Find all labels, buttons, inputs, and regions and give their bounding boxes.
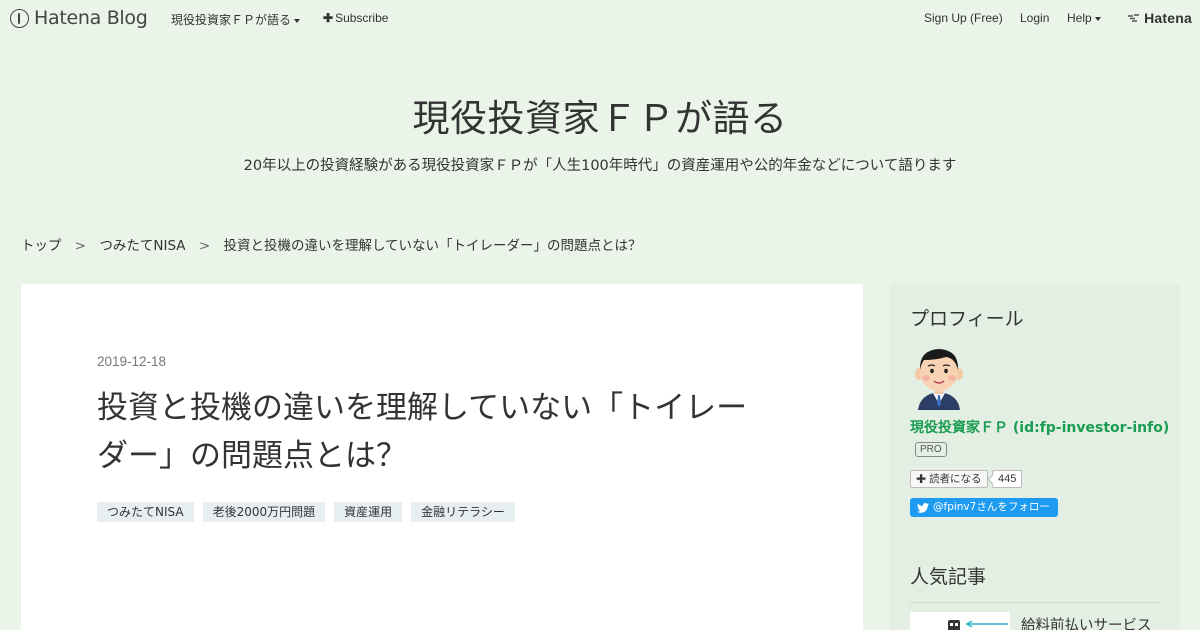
breadcrumb-separator: > (74, 238, 87, 254)
hatena-blog-logo[interactable]: Hatena Blog (10, 7, 148, 29)
blog-description: 20年以上の投資経験がある現役投資家ＦＰが「人生100年時代」の資産運用や公的年… (243, 158, 957, 174)
popular-heading: 人気記事 (910, 566, 987, 588)
entry-categories: つみたてNISA 老後2000万円問題 資産運用 金融リテラシー (97, 502, 524, 522)
category-tag[interactable]: 老後2000万円問題 (202, 502, 326, 522)
breadcrumb-category[interactable]: つみたてNISA (99, 238, 185, 254)
subscribe-button[interactable]: ✚ 読者になる (910, 470, 988, 488)
profile-heading: プロフィール (910, 308, 1024, 330)
help-dropdown[interactable]: Help (1067, 11, 1101, 25)
subscriber-count: 445 (992, 470, 1023, 488)
subscribe-button-label: 読者になる (929, 473, 982, 485)
hatena-birds-icon (1128, 14, 1140, 22)
entry-title[interactable]: 投資と投機の違いを理解していない「トイレー ダー」の問題点とは？ (97, 384, 797, 480)
entry-title-line1: 投資と投機の違いを理解していない「トイレー (97, 390, 748, 426)
profile-name-link[interactable]: 現役投資家ＦＰ (id:fp-investor-info) (910, 417, 1169, 437)
subscribe-link[interactable]: ✚ Subscribe (323, 11, 388, 25)
signup-link[interactable]: Sign Up (Free) (924, 11, 1003, 25)
category-tag[interactable]: 資産運用 (334, 502, 403, 522)
sidebar: プロフィール 現役投資家ＦＰ (id:fp-investor-info) PRO… (890, 284, 1180, 630)
hatena-logo[interactable]: Hatena (1127, 10, 1192, 26)
hatena-wordmark: Hatena (1144, 10, 1192, 26)
category-tag[interactable]: 金融リテラシー (411, 502, 515, 522)
breadcrumb-separator: > (198, 238, 211, 254)
breadcrumb-current: 投資と投機の違いを理解していない「トイレーダー」の問題点とは？ (223, 238, 642, 254)
plus-icon: ✚ (916, 472, 927, 486)
chevron-down-icon (1094, 16, 1101, 21)
entry-title-line2: ダー」の問題点とは？ (97, 438, 407, 474)
twitter-follow-button[interactable]: @fpinv7さんをフォロー (910, 498, 1058, 517)
twitter-bird-icon (917, 502, 929, 513)
global-header: Hatena Blog 現役投資家ＦＰが語る ✚ Subscribe Sign U… (0, 0, 1200, 36)
hatena-blog-logo-icon (10, 8, 29, 28)
blog-menu-label: 現役投資家ＦＰが語る (171, 13, 292, 27)
pro-badge: PRO (915, 442, 947, 457)
entry-date[interactable]: 2019-12-18 (97, 354, 166, 369)
divider (910, 602, 1160, 603)
help-label: Help (1067, 11, 1092, 25)
blog-title[interactable]: 現役投資家ＦＰが語る (0, 88, 1200, 142)
logo-text: Hatena Blog (34, 7, 148, 29)
avatar[interactable] (910, 344, 968, 410)
twitter-follow-label: @fpinv7さんをフォロー (933, 501, 1050, 513)
subscribe-label: Subscribe (335, 11, 389, 25)
chevron-down-icon (294, 18, 301, 23)
popular-article-title[interactable]: 給料前払いサービス (1021, 614, 1152, 630)
popular-article-thumbnail[interactable] (910, 612, 1010, 630)
thumbnail-image (910, 612, 1010, 630)
login-link[interactable]: Login (1020, 11, 1049, 25)
breadcrumb-top[interactable]: トップ (21, 238, 62, 254)
breadcrumb: トップ > つみたてNISA > 投資と投機の違いを理解していない「トイレーダー… (21, 234, 642, 254)
blog-menu-dropdown[interactable]: 現役投資家ＦＰが語る (171, 11, 301, 28)
plus-icon: ✚ (323, 11, 334, 25)
category-tag[interactable]: つみたてNISA (97, 502, 194, 522)
article: 2019-12-18 投資と投機の違いを理解していない「トイレー ダー」の問題点… (21, 284, 863, 630)
